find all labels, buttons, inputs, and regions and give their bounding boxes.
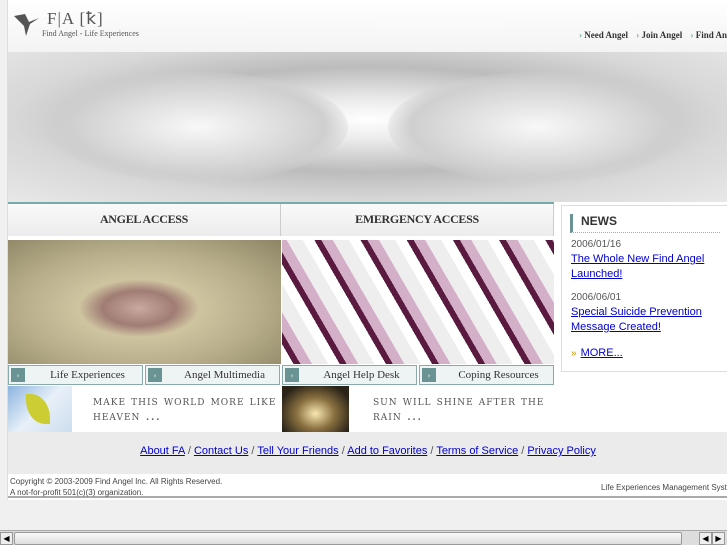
- button-label: Coping Resources: [458, 369, 539, 381]
- system-text: Life Experiences Management System: [601, 483, 727, 492]
- chevron-right-icon: »: [571, 348, 577, 359]
- quotes-row: make this world more like heaven ... sun…: [8, 386, 554, 432]
- news-date: 2006/06/01: [571, 292, 622, 303]
- top-nav: Need Angel Join Angel Find Angel: [573, 30, 727, 40]
- leaf-image: [8, 386, 72, 432]
- privacy-link[interactable]: Privacy Policy: [527, 445, 595, 457]
- coping-resources-button[interactable]: › Coping Resources: [419, 365, 554, 385]
- life-experiences-button[interactable]: › Life Experiences: [8, 365, 143, 385]
- page: F|A [ꝁ] Find Angel - Life Experiences Ne…: [7, 0, 727, 500]
- footer-links: About FA / Contact Us / Tell Your Friend…: [8, 432, 727, 474]
- access-tabs: ANGEL ACCESS EMERGENCY ACCESS: [8, 202, 554, 236]
- tell-friends-link[interactable]: Tell Your Friends: [257, 445, 338, 457]
- scrollbar-thumb[interactable]: [14, 532, 682, 545]
- arrow-icon: ›: [148, 368, 162, 382]
- contact-link[interactable]: Contact Us: [194, 445, 248, 457]
- news-link[interactable]: Special Suicide Prevention Message Creat…: [571, 305, 727, 335]
- add-favorites-link[interactable]: Add to Favorites: [347, 445, 427, 457]
- scroll-left-icon[interactable]: ◀: [699, 532, 712, 545]
- nav-join-angel[interactable]: Join Angel: [636, 30, 682, 40]
- angel-multimedia-button[interactable]: › Angel Multimedia: [145, 365, 280, 385]
- scroll-right-icon[interactable]: ▶: [712, 532, 725, 545]
- right-wing-image: [388, 72, 688, 182]
- tab-angel-access[interactable]: ANGEL ACCESS: [8, 204, 281, 236]
- arrow-icon: ›: [11, 368, 25, 382]
- tab-emergency-access[interactable]: EMERGENCY ACCESS: [281, 204, 554, 236]
- horizontal-scrollbar[interactable]: ◀ ◀ ▶: [0, 530, 727, 545]
- news-panel: NEWS 2006/01/16 The Whole New Find Angel…: [561, 205, 727, 372]
- button-label: Angel Help Desk: [323, 369, 400, 381]
- terms-link[interactable]: Terms of Service: [436, 445, 518, 457]
- arrow-icon: ›: [285, 368, 299, 382]
- button-label: Life Experiences: [50, 369, 125, 381]
- nav-need-angel[interactable]: Need Angel: [579, 30, 628, 40]
- news-title: NEWS: [570, 214, 720, 233]
- nav-find-angel[interactable]: Find Angel: [690, 30, 727, 40]
- angel-logo-icon: [14, 14, 39, 36]
- scroll-left-icon[interactable]: ◀: [0, 532, 13, 545]
- about-link[interactable]: About FA: [140, 445, 185, 457]
- left-wing-image: [48, 72, 348, 182]
- logo-subtitle: Find Angel - Life Experiences: [42, 29, 139, 38]
- angel-wings-banner: [8, 52, 727, 202]
- sunset-image: [282, 386, 349, 432]
- angel-help-desk-button[interactable]: › Angel Help Desk: [282, 365, 417, 385]
- button-label: Angel Multimedia: [184, 369, 265, 381]
- seashell-image[interactable]: [8, 240, 281, 364]
- more-link[interactable]: MORE...: [581, 347, 623, 359]
- more-row: » MORE...: [562, 343, 727, 361]
- logo-text[interactable]: F|A [ꝁ]: [47, 9, 104, 29]
- header: F|A [ꝁ] Find Angel - Life Experiences Ne…: [8, 0, 727, 52]
- news-link[interactable]: The Whole New Find Angel Launched!: [571, 252, 727, 282]
- news-date: 2006/01/16: [571, 239, 622, 250]
- section-buttons: › Life Experiences › Angel Multimedia › Ang…: [8, 365, 554, 385]
- film-reel-image[interactable]: [282, 240, 554, 364]
- copyright: Copyright © 2003-2009 Find Angel Inc. Al…: [8, 474, 727, 498]
- arrow-icon: ›: [422, 368, 436, 382]
